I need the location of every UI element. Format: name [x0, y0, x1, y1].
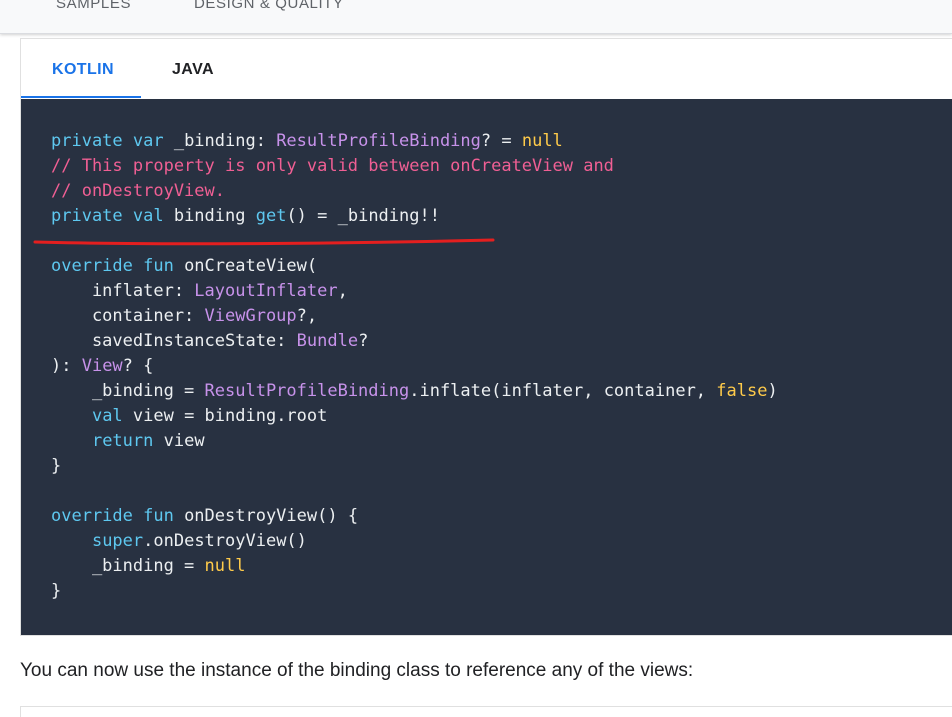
code-token: get	[255, 206, 287, 226]
code-line: }	[51, 454, 61, 479]
code-line: _binding = null	[51, 554, 246, 579]
code-line: ): View? {	[51, 354, 153, 379]
top-navigation: SAMPLES DESIGN & QUALITY	[0, 0, 952, 34]
code-line: // This property is only valid between o…	[51, 154, 614, 179]
code-token: onDestroyView() {	[173, 506, 359, 526]
code-line: override fun onDestroyView() {	[51, 504, 358, 529]
code-token: container:	[51, 306, 205, 326]
code-token: null	[521, 131, 563, 151]
code-token: ):	[51, 356, 82, 376]
code-token: ?	[358, 331, 369, 351]
code-line: super.onDestroyView()	[51, 529, 307, 554]
code-token: ,	[337, 281, 348, 301]
code-token: private val	[51, 206, 164, 226]
code-line: // onDestroyView.	[51, 179, 225, 204]
code-token: view	[153, 431, 205, 451]
code-token: // onDestroyView.	[51, 181, 225, 201]
code-line: container: ViewGroup?,	[51, 304, 317, 329]
code-token: .inflate(inflater, container,	[409, 381, 717, 401]
nav-item-samples[interactable]: SAMPLES	[56, 0, 131, 12]
code-token: ?,	[296, 306, 318, 326]
nav-item-design-quality[interactable]: DESIGN & QUALITY	[194, 0, 344, 12]
code-token: view = binding.root	[122, 406, 328, 426]
code-token: _binding =	[51, 381, 205, 401]
code-token: () = _binding!!	[286, 206, 440, 226]
body-paragraph: You can now use the instance of the bind…	[20, 660, 694, 681]
code-line: }	[51, 579, 61, 604]
code-token: val	[91, 406, 123, 426]
code-line: override fun onCreateView(	[51, 254, 317, 279]
active-tab-indicator	[21, 96, 141, 98]
tab-java[interactable]: JAVA	[172, 61, 214, 79]
code-token: .onDestroyView()	[143, 531, 307, 551]
code-line: _binding = ResultProfileBinding.inflate(…	[51, 379, 778, 404]
code-token: ResultProfileBinding	[204, 381, 410, 401]
code-token: }	[51, 456, 62, 476]
code-token: override fun	[51, 506, 174, 526]
code-line: inflater: LayoutInflater,	[51, 279, 348, 304]
next-code-card-edge	[20, 706, 952, 717]
code-token: onCreateView(	[173, 256, 318, 276]
code-token: )	[767, 381, 778, 401]
code-token: false	[716, 381, 768, 401]
code-token: LayoutInflater	[194, 281, 338, 301]
code-block[interactable]: private var _binding: ResultProfileBindi…	[21, 99, 952, 635]
code-token: ? {	[122, 356, 154, 376]
code-token: super	[91, 531, 144, 551]
code-token: ViewGroup	[204, 306, 297, 326]
code-token: return	[91, 431, 154, 451]
code-token: savedInstanceState:	[51, 331, 297, 351]
code-token: View	[81, 356, 123, 376]
red-annotation-underline	[33, 238, 495, 246]
code-token: private var	[51, 131, 164, 151]
code-token: ResultProfileBinding	[276, 131, 481, 151]
code-line: val view = binding.root	[51, 404, 327, 429]
code-line: private var _binding: ResultProfileBindi…	[51, 129, 563, 154]
code-token: _binding:	[163, 131, 277, 151]
code-token: // This property is only valid between o…	[51, 156, 614, 176]
code-token: _binding =	[51, 556, 205, 576]
code-token: override fun	[51, 256, 174, 276]
tab-kotlin[interactable]: KOTLIN	[52, 61, 114, 79]
code-line: return view	[51, 429, 205, 454]
code-token: null	[204, 556, 246, 576]
code-token: inflater:	[51, 281, 195, 301]
code-token: }	[51, 581, 62, 601]
code-sample-card: KOTLIN JAVA private var _binding: Result…	[20, 38, 952, 636]
code-line: savedInstanceState: Bundle?	[51, 329, 368, 354]
code-line: private val binding get() = _binding!!	[51, 204, 440, 229]
code-token: binding	[163, 206, 256, 226]
code-token: Bundle	[296, 331, 359, 351]
language-tabs: KOTLIN JAVA	[21, 39, 952, 99]
code-token: ? =	[480, 131, 522, 151]
